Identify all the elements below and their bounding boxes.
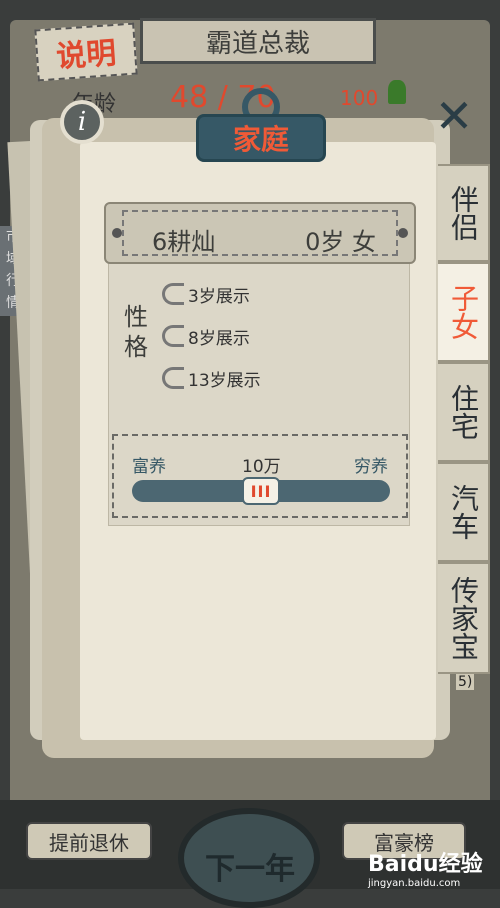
explain-button[interactable]: 说明 — [34, 22, 138, 82]
next-year-button[interactable]: 下一年 — [190, 846, 310, 887]
tab-house[interactable]: 住宅 — [438, 362, 490, 462]
tag-icon — [162, 325, 184, 347]
upbringing-value: 10万 — [242, 457, 281, 477]
tab-partner[interactable]: 伴侣 — [438, 164, 490, 262]
tab-children[interactable]: 子女 — [438, 262, 490, 362]
child-age-sex: 0岁 女 — [305, 228, 376, 256]
watermark-url: jingyan.baidu.com — [368, 878, 461, 889]
poor-raise-label: 穷养 — [354, 457, 388, 477]
tab-label: 汽车 — [447, 484, 480, 540]
career-title: 霸道总裁 — [140, 18, 376, 64]
close-icon[interactable]: ✕ — [432, 89, 476, 143]
bolt-icon — [398, 228, 408, 238]
info-icon[interactable]: i — [60, 100, 104, 144]
health-icon — [388, 80, 406, 104]
bolt-icon — [112, 228, 122, 238]
early-retire-button[interactable]: 提前退休 — [26, 822, 152, 860]
rich-raise-label: 富养 — [132, 457, 166, 477]
panel-title-plate: 家庭 — [196, 114, 326, 162]
page-count: 5) — [456, 674, 475, 690]
tab-label: 子女 — [447, 284, 480, 340]
health-value: 100 — [340, 86, 379, 110]
slider-thumb[interactable]: III — [242, 477, 280, 505]
tab-heirloom[interactable]: 传家宝 — [438, 562, 490, 674]
trait-text: 13岁展示 — [188, 370, 261, 391]
baidu-watermark: Baidu经验 jingyan.baidu.com — [368, 846, 498, 889]
child-name-plate: 6耕灿 0岁 女 — [104, 202, 416, 264]
upbringing-slider-box: 富养 10万 穷养 III — [112, 434, 408, 518]
tab-car[interactable]: 汽车 — [438, 462, 490, 562]
tab-label: 传家宝 — [447, 576, 480, 660]
trait-item: 8岁展示 — [162, 324, 250, 349]
trait-item: 13岁展示 — [162, 366, 261, 391]
child-name: 6耕灿 — [152, 228, 216, 256]
tag-icon — [162, 283, 184, 305]
trait-text: 8岁展示 — [188, 328, 250, 349]
tab-label: 伴侣 — [447, 185, 480, 241]
watermark-brand: Baidu经验 — [368, 852, 483, 877]
trait-text: 3岁展示 — [188, 286, 250, 307]
name-plate-frame: 6耕灿 0岁 女 — [122, 210, 398, 256]
trait-label: 性格 — [124, 303, 148, 361]
tag-icon — [162, 367, 184, 389]
upbringing-slider-track[interactable]: III — [132, 477, 390, 505]
tab-label: 住宅 — [447, 384, 480, 440]
clipboard-clip: 家庭 — [196, 88, 326, 164]
trait-item: 3岁展示 — [162, 282, 250, 307]
panel-title: 家庭 — [232, 123, 289, 156]
